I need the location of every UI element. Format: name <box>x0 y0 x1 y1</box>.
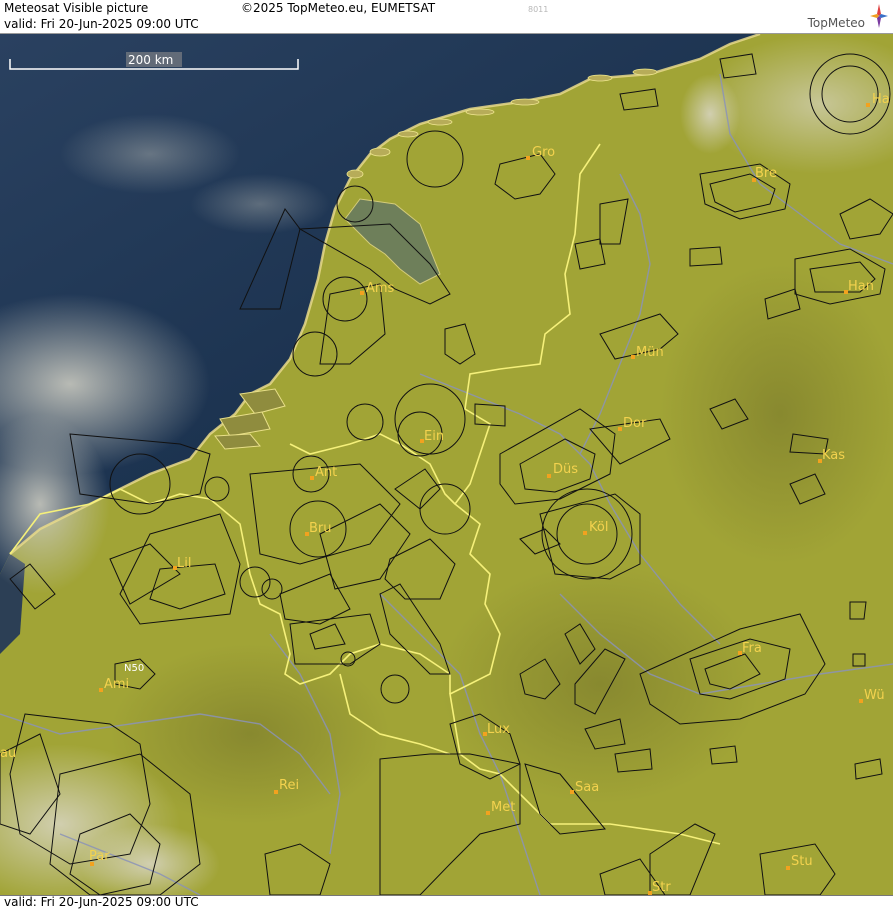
city-label[interactable]: Lil <box>177 556 191 571</box>
city-label[interactable]: Saa <box>575 780 599 795</box>
city-label[interactable]: Bre <box>755 166 777 181</box>
map-canvas: 200 km Gro Ams Bre Ha Han Mün Ein Dor Ka… <box>0 34 893 895</box>
copyright-text: ©2025 TopMeteo.eu, EUMETSAT <box>241 1 436 15</box>
city-label[interactable]: Wü <box>864 688 885 703</box>
city-label[interactable]: Han <box>848 279 874 294</box>
city-label[interactable]: au <box>0 746 16 761</box>
city-label[interactable]: Bru <box>309 521 332 536</box>
image-code: 8011 <box>528 5 549 14</box>
city-label[interactable]: Rei <box>279 778 299 793</box>
city-label[interactable]: Ami <box>104 677 129 692</box>
city-label[interactable]: Gro <box>532 145 555 160</box>
brand-label: TopMeteo <box>807 16 865 30</box>
city-label[interactable]: Düs <box>553 462 578 477</box>
compass-logo-icon <box>870 4 888 28</box>
city-label[interactable]: Ant <box>315 465 337 480</box>
city-label[interactable]: Ams <box>366 281 395 296</box>
city-label[interactable]: Met <box>491 800 515 815</box>
city-label[interactable]: Mün <box>636 345 664 360</box>
footer-valid-time: valid: Fri 20-Jun-2025 09:00 UTC <box>4 895 199 909</box>
waypoint-label[interactable]: N50 <box>124 663 144 674</box>
page-title: Meteosat Visible picture <box>4 1 149 15</box>
city-label[interactable]: Kas <box>822 448 845 463</box>
city-label[interactable]: Par <box>89 849 110 864</box>
satellite-map[interactable]: 200 km Gro Ams Bre Ha Han Mün Ein Dor Ka… <box>0 34 893 895</box>
city-label[interactable]: Lux <box>487 722 510 737</box>
city-label[interactable]: Dor <box>623 416 647 431</box>
city-label[interactable]: Stu <box>791 854 813 869</box>
header-bar: Meteosat Visible picture ©2025 TopMeteo.… <box>0 0 893 34</box>
city-label[interactable]: Ha <box>872 92 890 107</box>
city-label[interactable]: Str <box>652 880 671 895</box>
city-label[interactable]: Köl <box>589 520 608 535</box>
satellite-viewer: Meteosat Visible picture ©2025 TopMeteo.… <box>0 0 893 910</box>
city-label[interactable]: Fra <box>742 641 762 656</box>
city-label[interactable]: Ein <box>424 429 444 444</box>
footer-bar: valid: Fri 20-Jun-2025 09:00 UTC <box>0 895 893 910</box>
scale-label: 200 km <box>128 53 173 67</box>
valid-time: valid: Fri 20-Jun-2025 09:00 UTC <box>4 17 199 31</box>
